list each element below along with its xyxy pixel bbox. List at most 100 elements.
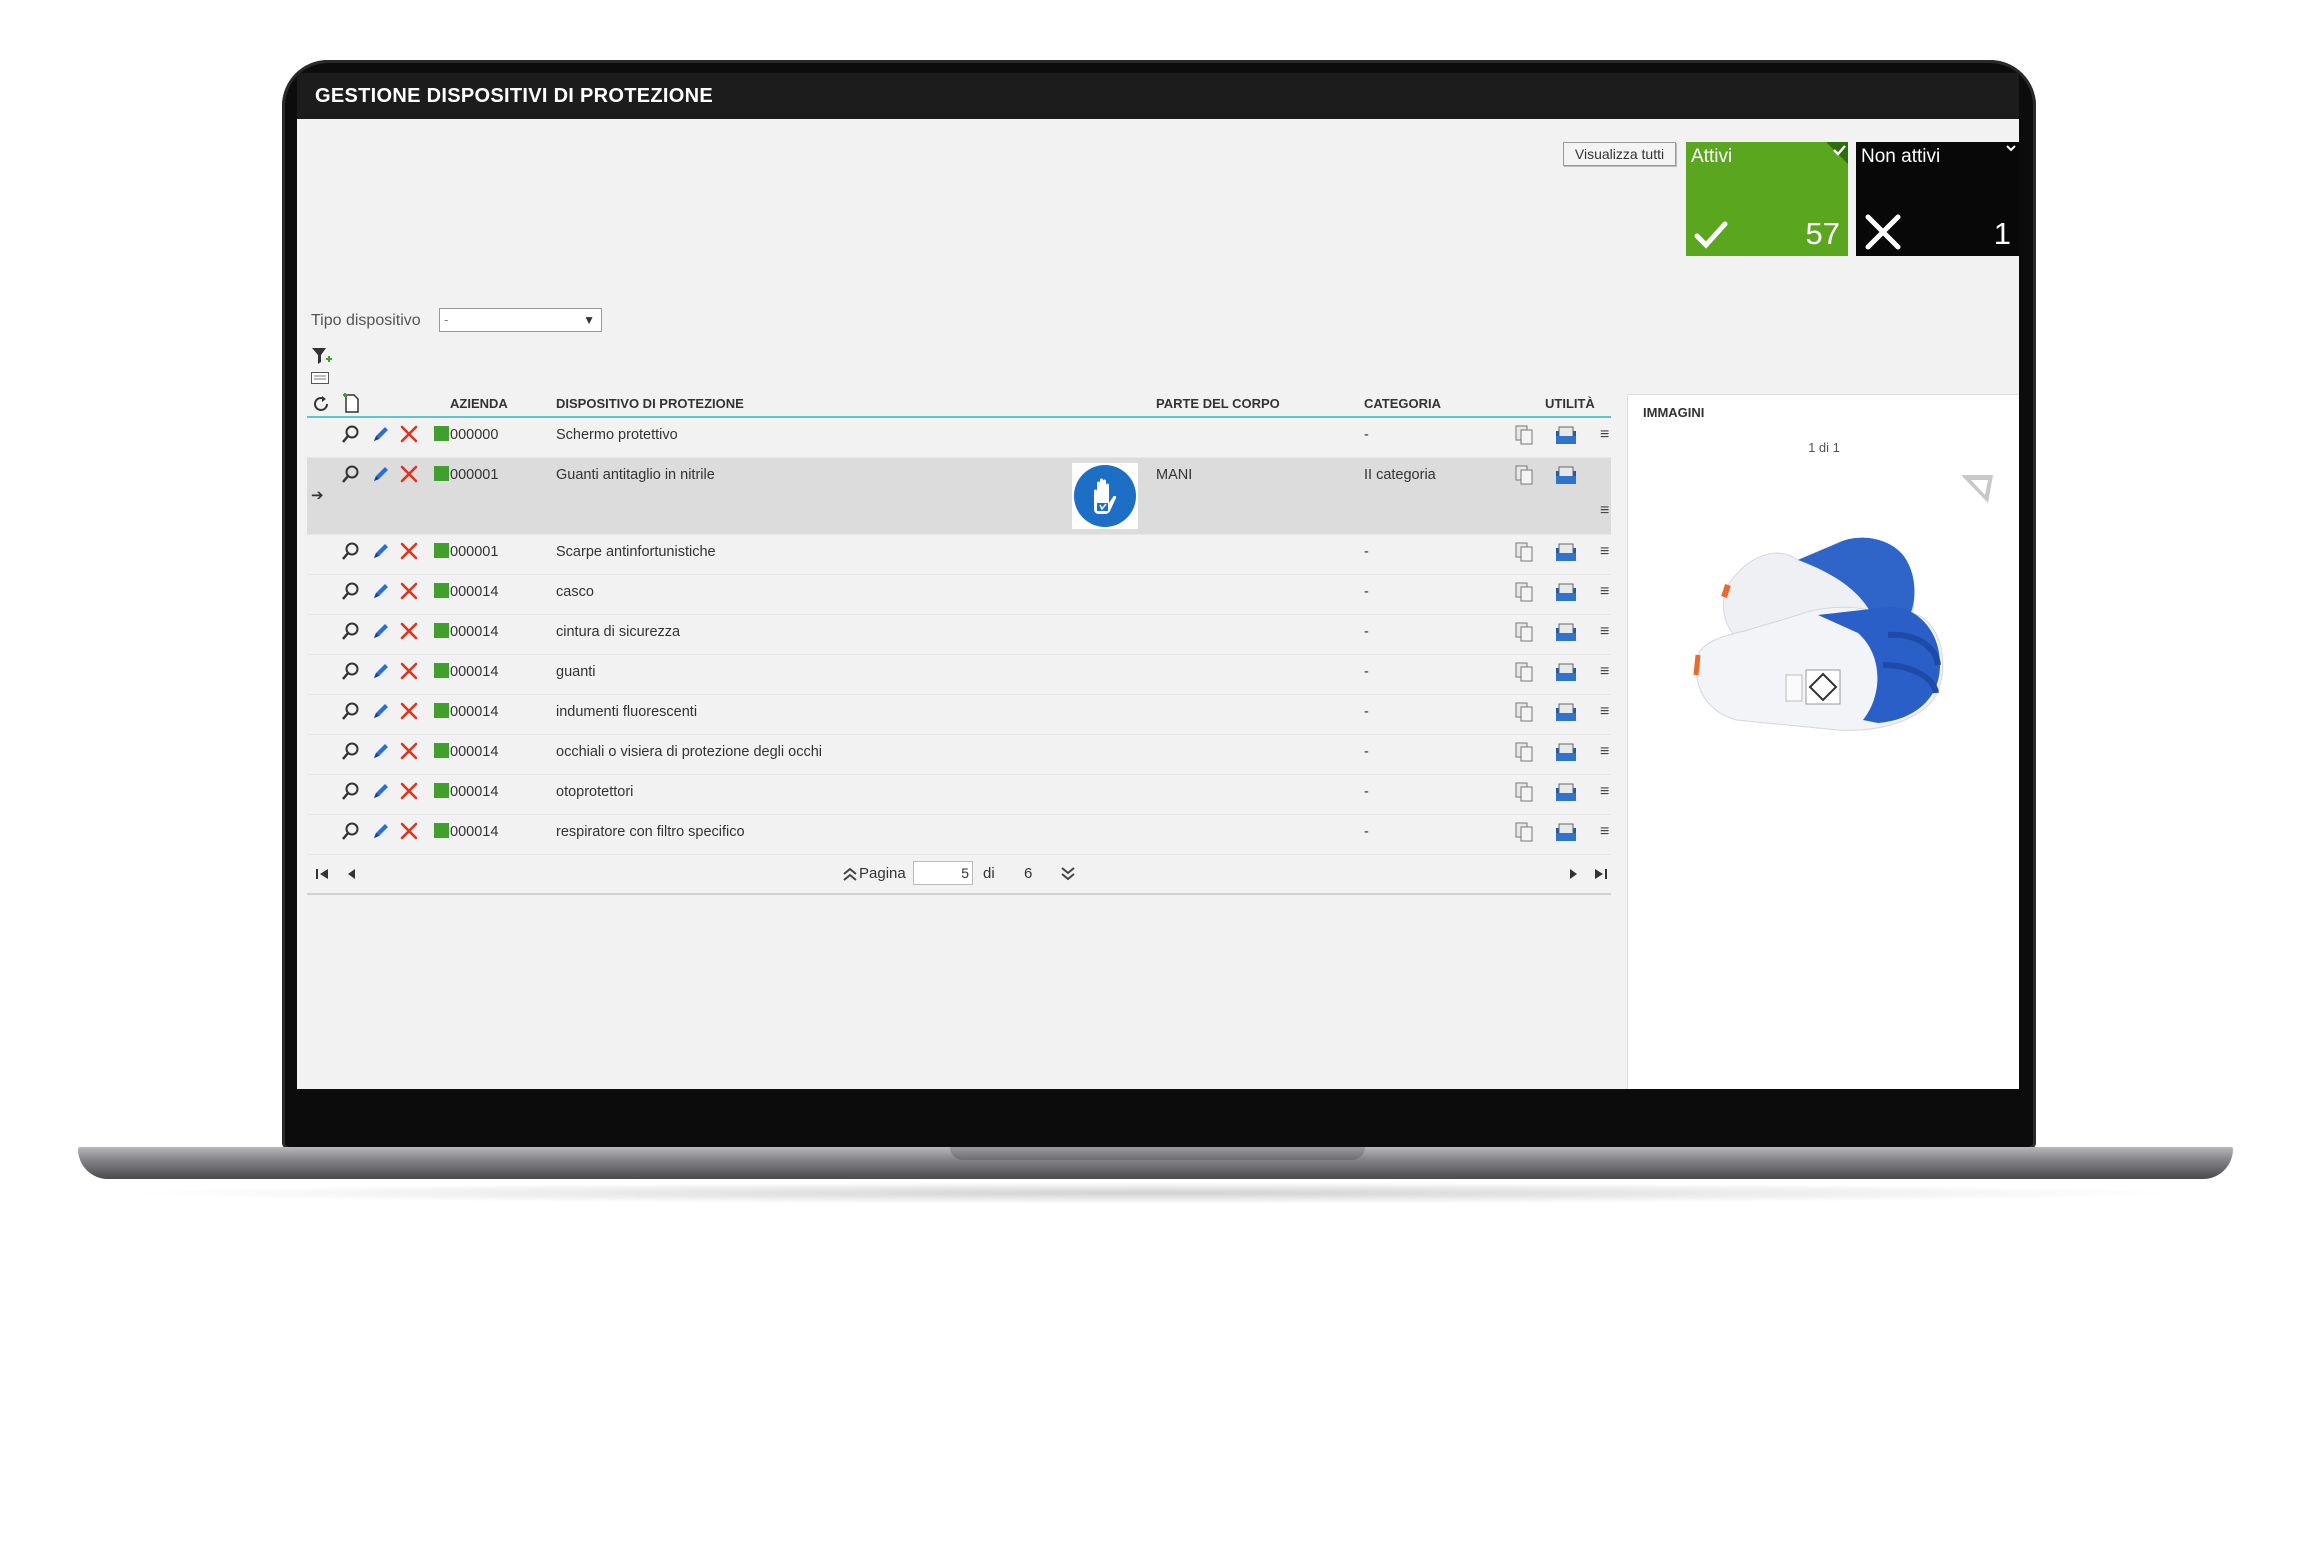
- new-document-icon[interactable]: [341, 392, 361, 414]
- pencil-icon[interactable]: [371, 821, 391, 841]
- active-tile[interactable]: Attivi 57: [1686, 142, 1848, 256]
- delete-icon[interactable]: [399, 701, 419, 721]
- copy-icon[interactable]: [1514, 581, 1534, 603]
- status-active-icon: [434, 623, 449, 638]
- search-icon[interactable]: [341, 621, 361, 641]
- delete-icon[interactable]: [399, 821, 419, 841]
- attachment-icon[interactable]: [1554, 541, 1578, 563]
- copy-icon[interactable]: [1514, 424, 1534, 446]
- prev-page-icon[interactable]: [345, 867, 357, 881]
- filter-add-icon[interactable]: [311, 347, 333, 367]
- check-corner-icon: [1826, 142, 1848, 164]
- image-options-icon[interactable]: [1960, 473, 1994, 505]
- search-icon[interactable]: [341, 741, 361, 761]
- delete-icon[interactable]: [399, 464, 419, 484]
- search-icon[interactable]: [341, 701, 361, 721]
- attachment-icon[interactable]: [1554, 661, 1578, 683]
- copy-icon[interactable]: [1514, 541, 1534, 563]
- attachment-icon[interactable]: [1554, 821, 1578, 843]
- inactive-tile[interactable]: Non attivi 1: [1856, 142, 2019, 256]
- chevron-down-double-icon[interactable]: [1059, 866, 1077, 882]
- menu-icon[interactable]: ≡: [1600, 663, 1609, 681]
- delete-icon[interactable]: [399, 541, 419, 561]
- app-screen: GESTIONE DISPOSITIVI DI PROTEZIONE Visua…: [297, 73, 2019, 1089]
- search-icon[interactable]: [341, 781, 361, 801]
- search-icon[interactable]: [341, 541, 361, 561]
- search-icon[interactable]: [341, 661, 361, 681]
- pencil-icon[interactable]: [371, 701, 391, 721]
- main-content: Visualizza tutti Attivi 57 Non attivi 1 …: [297, 119, 2019, 1089]
- pencil-icon[interactable]: [371, 741, 391, 761]
- pencil-icon[interactable]: [371, 781, 391, 801]
- pencil-icon[interactable]: [371, 581, 391, 601]
- cell-categoria: -: [1364, 784, 1369, 800]
- menu-icon[interactable]: ≡: [1600, 783, 1609, 801]
- copy-icon[interactable]: [1514, 661, 1534, 683]
- copy-icon[interactable]: [1514, 464, 1534, 486]
- attachment-icon[interactable]: [1554, 424, 1578, 446]
- col-utilita[interactable]: UTILITÀ: [1545, 396, 1595, 411]
- pencil-icon[interactable]: [371, 541, 391, 561]
- search-icon[interactable]: [341, 464, 361, 484]
- table-row[interactable]: 000014 otoprotettori - ≡: [307, 775, 1611, 815]
- copy-icon[interactable]: [1514, 741, 1534, 763]
- delete-icon[interactable]: [399, 661, 419, 681]
- refresh-icon[interactable]: [311, 394, 331, 414]
- copy-icon[interactable]: [1514, 621, 1534, 643]
- menu-icon[interactable]: ≡: [1600, 426, 1609, 444]
- last-page-icon[interactable]: [1592, 867, 1608, 881]
- pencil-icon[interactable]: [371, 621, 391, 641]
- menu-icon[interactable]: ≡: [1600, 703, 1609, 721]
- copy-icon[interactable]: [1514, 781, 1534, 803]
- status-active-icon: [434, 743, 449, 758]
- table-row[interactable]: 000014 cintura di sicurezza - ≡: [307, 615, 1611, 655]
- table-row[interactable]: 000014 guanti - ≡: [307, 655, 1611, 695]
- col-dispositivo[interactable]: DISPOSITIVO DI PROTEZIONE: [556, 396, 744, 411]
- search-icon[interactable]: [341, 424, 361, 444]
- menu-icon[interactable]: ≡: [1600, 823, 1609, 841]
- delete-icon[interactable]: [399, 621, 419, 641]
- attachment-icon[interactable]: [1554, 741, 1578, 763]
- table-row[interactable]: 000014 indumenti fluorescenti - ≡: [307, 695, 1611, 735]
- first-page-icon[interactable]: [315, 867, 331, 881]
- attachment-icon[interactable]: [1554, 581, 1578, 603]
- view-all-button[interactable]: Visualizza tutti: [1563, 142, 1676, 166]
- attachment-icon[interactable]: [1554, 464, 1578, 486]
- delete-icon[interactable]: [399, 581, 419, 601]
- cell-azienda: 000014: [450, 784, 499, 800]
- pencil-icon[interactable]: [371, 424, 391, 444]
- table-row[interactable]: 000014 occhiali o visiera di protezione …: [307, 735, 1611, 775]
- col-azienda[interactable]: AZIENDA: [450, 396, 508, 411]
- col-categoria[interactable]: CATEGORIA: [1364, 396, 1441, 411]
- menu-icon[interactable]: ≡: [1600, 502, 1609, 520]
- menu-icon[interactable]: ≡: [1600, 583, 1609, 601]
- page-input[interactable]: 5: [913, 861, 973, 885]
- pencil-icon[interactable]: [371, 661, 391, 681]
- device-type-select[interactable]: - ▼: [439, 308, 602, 332]
- table-row[interactable]: ➔ 000001 Guanti antitaglio in nitrile MA…: [307, 458, 1611, 535]
- delete-icon[interactable]: [399, 424, 419, 444]
- copy-icon[interactable]: [1514, 701, 1534, 723]
- search-icon[interactable]: [341, 581, 361, 601]
- attachment-icon[interactable]: [1554, 621, 1578, 643]
- col-parte[interactable]: PARTE DEL CORPO: [1156, 396, 1280, 411]
- chevron-up-double-icon[interactable]: [841, 866, 859, 882]
- next-page-icon[interactable]: [1568, 867, 1580, 881]
- copy-icon[interactable]: [1514, 821, 1534, 843]
- menu-icon[interactable]: ≡: [1600, 623, 1609, 641]
- menu-icon[interactable]: ≡: [1600, 743, 1609, 761]
- cell-dispositivo: Scarpe antinfortunistiche: [556, 544, 716, 560]
- pencil-icon[interactable]: [371, 464, 391, 484]
- table-row[interactable]: 000001 Scarpe antinfortunistiche - ≡: [307, 535, 1611, 575]
- table-row[interactable]: 000014 respiratore con filtro specifico …: [307, 815, 1611, 855]
- table-row[interactable]: 000000 Schermo protettivo - ≡: [307, 418, 1611, 458]
- table-row[interactable]: 000014 casco - ≡: [307, 575, 1611, 615]
- attachment-icon[interactable]: [1554, 701, 1578, 723]
- delete-icon[interactable]: [399, 781, 419, 801]
- attachment-icon[interactable]: [1554, 781, 1578, 803]
- delete-icon[interactable]: [399, 741, 419, 761]
- menu-icon[interactable]: ≡: [1600, 543, 1609, 561]
- search-icon[interactable]: [341, 821, 361, 841]
- laptop-shadow: [120, 1182, 2190, 1204]
- keyboard-icon[interactable]: [311, 372, 329, 384]
